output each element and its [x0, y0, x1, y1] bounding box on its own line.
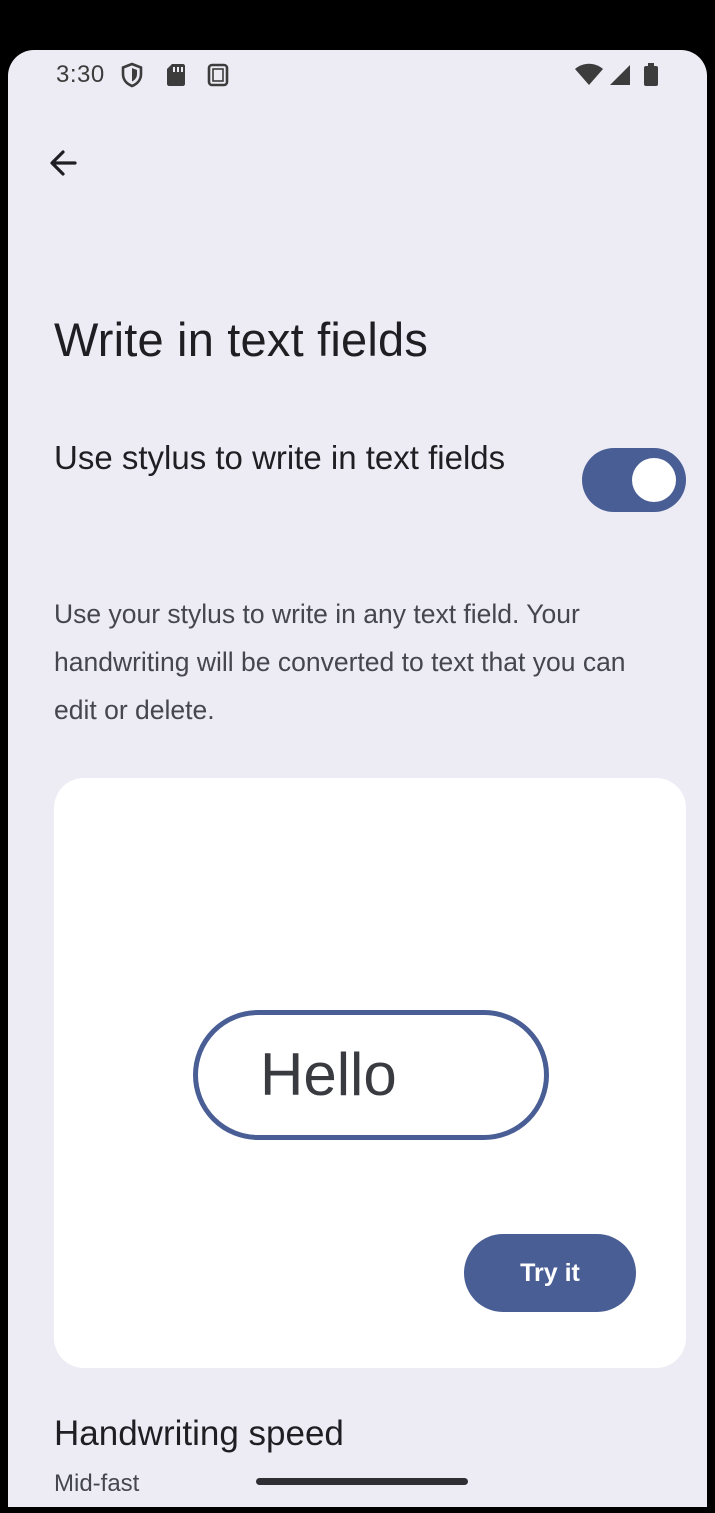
back-button[interactable]: [36, 138, 90, 192]
signal-icon: [608, 62, 632, 88]
demo-card: Hello Try it: [54, 778, 686, 1368]
shield-icon: [120, 62, 144, 88]
wifi-icon: [574, 62, 604, 88]
status-time: 3:30: [56, 61, 105, 88]
stylus-toggle-label: Use stylus to write in text fields: [54, 439, 506, 476]
screenshot-icon: [206, 62, 230, 88]
handwriting-speed-value: Mid-fast: [54, 1470, 140, 1497]
try-it-button[interactable]: Try it: [464, 1234, 636, 1312]
arrow-back-icon: [45, 145, 81, 186]
stylus-toggle-switch[interactable]: [582, 448, 686, 512]
demo-field-text: Hello: [260, 1041, 397, 1108]
stylus-toggle-row[interactable]: Use stylus to write in text fields: [8, 426, 707, 536]
status-bar: 3:30: [8, 50, 707, 102]
settings-screen: 3:30 Write in text fields Use stylus to …: [8, 50, 707, 1507]
handwriting-speed-title: Handwriting speed: [54, 1414, 344, 1453]
sd-card-icon: [164, 62, 188, 88]
battery-icon: [642, 62, 660, 88]
feature-description: Use your stylus to write in any text fie…: [54, 599, 626, 725]
demo-text-field: Hello: [193, 1010, 549, 1140]
handwriting-speed-setting[interactable]: Handwriting speed Mid-fast: [8, 1408, 707, 1507]
home-indicator[interactable]: [256, 1478, 468, 1485]
page-title: Write in text fields: [54, 313, 429, 366]
switch-thumb: [632, 458, 676, 502]
